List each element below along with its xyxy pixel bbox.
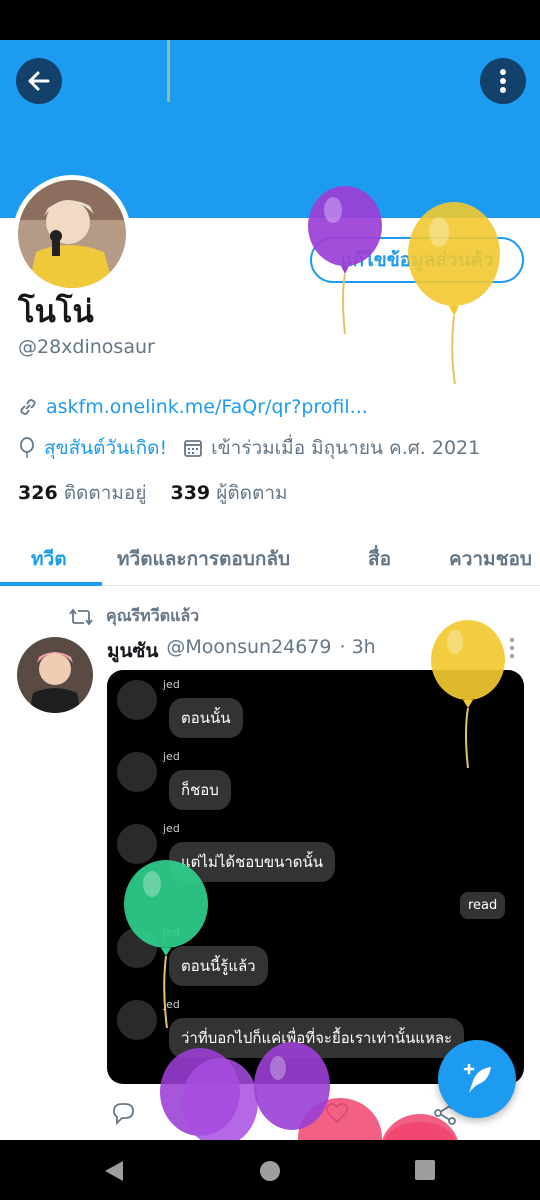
- balloon-green: [124, 860, 208, 1029]
- profile-link[interactable]: askfm.onelink.me/FaQr/qr?profil...: [18, 396, 368, 418]
- birthday-text[interactable]: สุขสันต์วันเกิด!: [44, 433, 167, 463]
- joined-date: เข้าร่วมเมื่อ มิถุนายน ค.ศ. 2021: [211, 437, 481, 459]
- followers-stat[interactable]: 339 ผู้ติดตาม: [170, 478, 287, 508]
- chat-name: jed: [163, 750, 180, 763]
- nav-recents-icon[interactable]: [414, 1159, 436, 1181]
- balloon-yellow: [431, 620, 505, 769]
- tab-media[interactable]: สื่อ: [368, 544, 391, 574]
- compose-icon: [463, 1063, 491, 1093]
- nav-back-icon[interactable]: [103, 1159, 125, 1183]
- retweet-label: คุณรีทวีตแล้ว: [106, 606, 200, 625]
- profile-tabs: ทวีต ทวีตและการตอบกลับ สื่อ ความชอบ: [0, 530, 540, 586]
- retweet-indicator: คุณรีทวีตแล้ว: [68, 604, 199, 629]
- following-count: 326: [18, 482, 58, 504]
- chat-name: jed: [163, 822, 180, 835]
- tweet-header: มูนซัน @Moonsun24679 · 3h: [107, 636, 376, 666]
- more-vertical-icon: [500, 69, 506, 93]
- calendar-icon: [184, 440, 203, 457]
- back-arrow-icon: [28, 71, 50, 91]
- tweet-username[interactable]: @Moonsun24679: [166, 636, 331, 666]
- active-tab-indicator: [0, 582, 102, 586]
- banner-decoration: [167, 40, 170, 102]
- nav-home-icon[interactable]: [258, 1159, 282, 1183]
- back-button[interactable]: [16, 58, 62, 104]
- chat-avatar: [117, 680, 157, 720]
- balloon-icon: [20, 437, 34, 458]
- chat-read-receipt: read: [460, 892, 506, 919]
- following-stat[interactable]: 326 ติดตามอยู่: [18, 478, 146, 508]
- tweet-author-avatar[interactable]: [17, 637, 93, 713]
- compose-tweet-button[interactable]: [438, 1040, 516, 1118]
- chat-message: ก็ชอบ: [169, 770, 231, 810]
- tab-tweets[interactable]: ทวีต: [31, 544, 67, 574]
- status-bar: [0, 0, 540, 40]
- followers-count: 339: [170, 482, 211, 504]
- profile-handle: @28xdinosaur: [18, 336, 155, 358]
- chat-avatar: [117, 752, 157, 792]
- link-icon: [20, 399, 36, 415]
- chat-avatar: [117, 824, 157, 864]
- followers-label: ผู้ติดตาม: [216, 482, 288, 504]
- tab-tweets-replies[interactable]: ทวีตและการตอบกลับ: [117, 544, 290, 574]
- profile-avatar[interactable]: [13, 175, 131, 293]
- retweet-icon: [69, 608, 93, 625]
- profile-name: โนโน่: [18, 294, 94, 330]
- profile-meta: สุขสันต์วันเกิด! เข้าร่วมเมื่อ มิถุนายน …: [18, 433, 480, 463]
- tweet-display-name[interactable]: มูนซัน: [107, 636, 158, 666]
- follow-stats: 326 ติดตามอยู่ 339 ผู้ติดตาม: [18, 478, 288, 508]
- reply-icon[interactable]: [110, 1100, 136, 1126]
- balloon-yellow: [408, 202, 500, 385]
- chat-name: jed: [163, 678, 180, 691]
- more-options-button[interactable]: [480, 58, 526, 104]
- following-label: ติดตามอยู่: [63, 482, 147, 504]
- balloon-purple: [308, 186, 382, 335]
- balloon-purple: [160, 1042, 330, 1140]
- tweet-time: · 3h: [339, 636, 376, 658]
- tab-likes[interactable]: ความชอบ: [449, 544, 532, 574]
- chat-message: ตอนนั้น: [169, 698, 243, 738]
- profile-link-text[interactable]: askfm.onelink.me/FaQr/qr?profil...: [46, 396, 368, 418]
- android-nav-bar: [0, 1140, 540, 1200]
